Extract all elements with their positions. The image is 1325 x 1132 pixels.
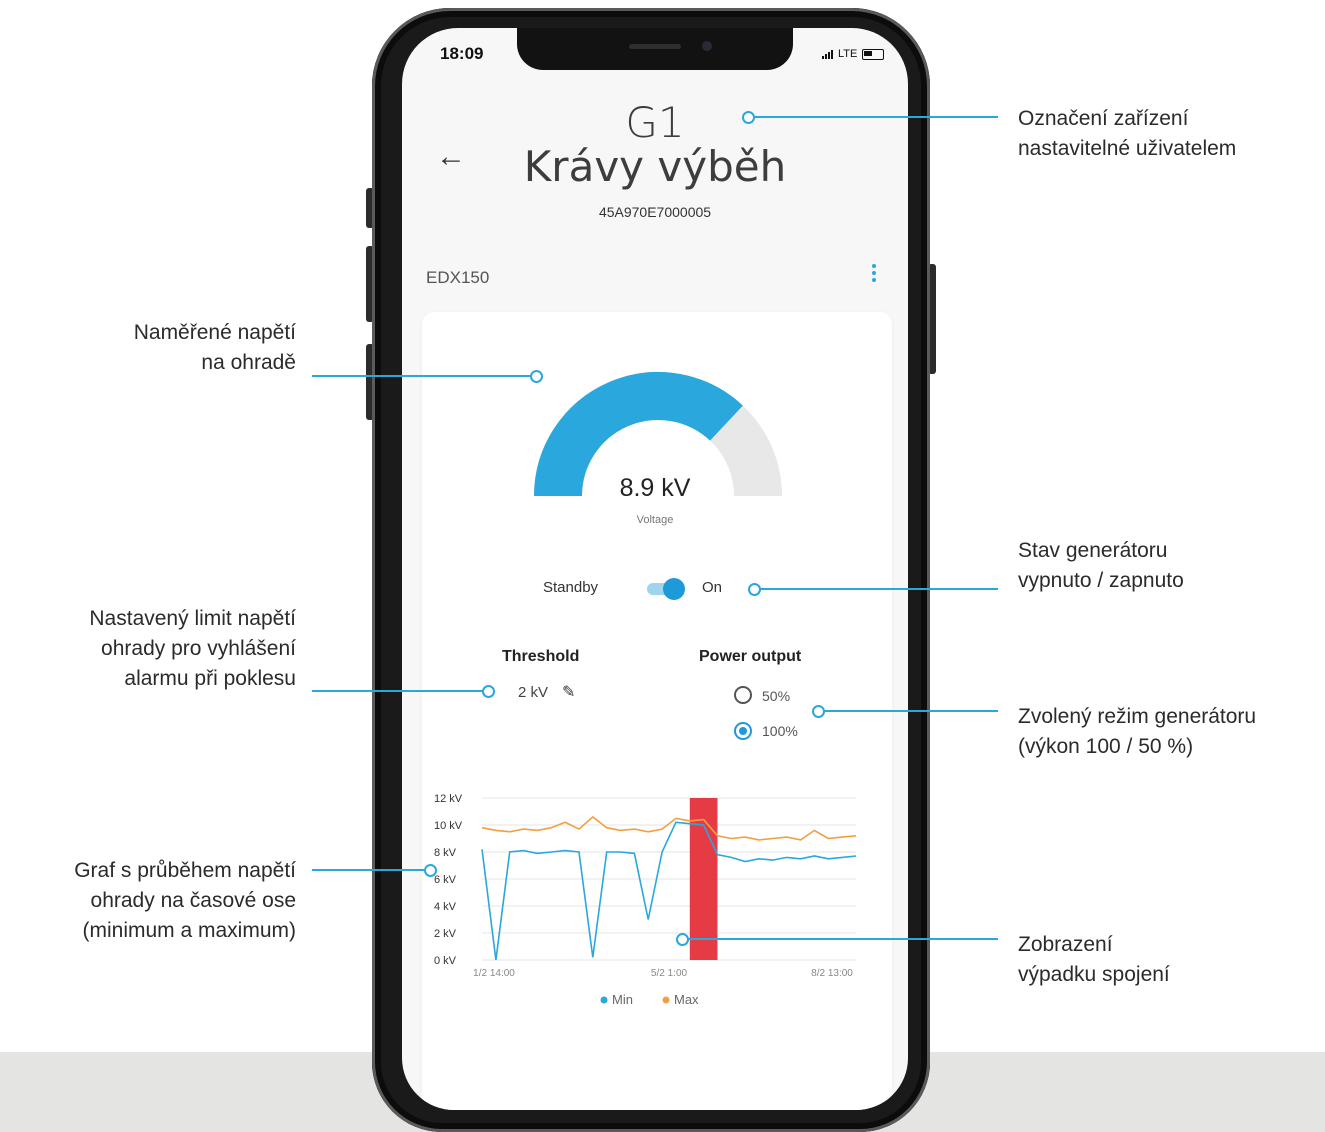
legend-marker	[662, 996, 670, 1004]
annotation-generator-mode: Zvolený režim generátoru (výkon 100 / 50 …	[1018, 705, 1257, 758]
annotation-dot	[676, 933, 689, 946]
y-tick-label: 6 kV	[434, 874, 457, 886]
annotation-dot	[812, 705, 825, 718]
annotation-measured-voltage: Naměřené napětí na ohradě	[133, 321, 296, 374]
annotation-line	[822, 710, 998, 712]
on-label: On	[702, 579, 723, 596]
annotation-generator-state: Stav generátoru vypnuto / zapnuto	[1018, 539, 1184, 592]
power-output-title: Power output	[699, 648, 802, 665]
x-tick-label: 5/2 1:00	[651, 968, 688, 979]
radio-50-label: 50%	[762, 688, 791, 704]
annotation-dot	[742, 111, 755, 124]
annotation-dot	[424, 864, 437, 877]
edit-pencil-icon[interactable]: ✎	[562, 682, 575, 702]
y-tick-label: 12 kV	[434, 793, 463, 805]
legend-marker	[600, 996, 608, 1004]
threshold-title: Threshold	[502, 648, 580, 665]
annotation-line	[312, 375, 532, 377]
y-tick-label: 10 kV	[434, 820, 463, 832]
phone-screen: 18:09 LTE ← G1 Krávy výběh 45A970E700000…	[402, 28, 908, 1110]
y-tick-label: 2 kV	[434, 928, 457, 940]
voltage-gauge	[534, 372, 782, 497]
annotation-dot	[482, 685, 495, 698]
x-tick-label: 8/2 13:00	[811, 968, 853, 979]
voltage-label: Voltage	[636, 514, 674, 526]
radio-100[interactable]	[734, 722, 752, 740]
annotation-dot	[530, 370, 543, 383]
annotation-line	[752, 116, 998, 118]
power-toggle[interactable]	[645, 578, 685, 600]
annotation-line	[312, 690, 484, 692]
connection-outage-bar	[689, 798, 718, 960]
annotation-line	[758, 588, 998, 590]
legend-label: Min	[612, 992, 633, 1007]
standby-label: Standby	[543, 579, 599, 596]
y-tick-label: 4 kV	[434, 901, 457, 913]
y-tick-label: 0 kV	[434, 955, 457, 967]
annotation-threshold-limit: Nastavený limit napětí ohrady pro vyhláše…	[89, 607, 296, 690]
x-tick-label: 1/2 14:00	[473, 968, 515, 979]
voltage-chart: 12 kV 10 kV 8 kV 6 kV 4 kV 2 kV 0 kV 1/2 14:00 5…	[434, 793, 857, 1007]
radio-50[interactable]	[734, 686, 752, 704]
threshold-value: 2 kV	[518, 684, 549, 701]
annotation-device-label: Označení zařízení nastavitelné uživatelem	[1018, 107, 1237, 160]
y-tick-label: 8 kV	[434, 847, 457, 859]
annotation-connection-loss: Zobrazení výpadku spojení	[1018, 933, 1170, 986]
radio-100-label: 100%	[762, 723, 798, 739]
annotation-voltage-graph: Graf s průběhem napětí ohrady na časové o…	[74, 859, 296, 942]
annotation-dot	[748, 583, 761, 596]
annotation-line	[686, 938, 998, 940]
legend-label: Max	[674, 992, 699, 1007]
voltage-value: 8.9 kV	[619, 474, 691, 502]
annotation-line	[312, 869, 424, 871]
